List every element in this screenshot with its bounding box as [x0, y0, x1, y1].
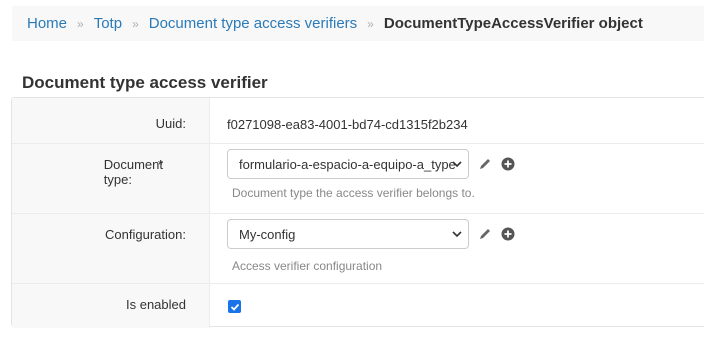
configuration-help: Access verifier configuration [232, 259, 383, 273]
configuration-select[interactable]: My-config [227, 219, 469, 249]
is-enabled-checkbox[interactable] [228, 300, 241, 313]
plus-circle-icon[interactable] [501, 157, 515, 171]
uuid-value: f0271098-ea83-4001-bd74-cd1315f2b234 [227, 117, 468, 132]
breadcrumb-current: DocumentTypeAccessVerifier object [383, 15, 643, 32]
chevron-down-icon [452, 161, 462, 168]
section-title: Document type access verifier [22, 73, 268, 92]
required-marker: * [157, 157, 163, 172]
uuid-label-cell: Uuid: [12, 98, 210, 143]
chevron-down-icon [452, 231, 462, 238]
document-type-label-text: Document type: [103, 157, 163, 187]
configuration-label: Configuration: [105, 227, 186, 242]
breadcrumb-separator: » [367, 16, 374, 31]
breadcrumb-home-link[interactable]: Home [27, 15, 67, 32]
plus-circle-icon[interactable] [501, 227, 515, 241]
configuration-label-cell: Configuration: [12, 214, 210, 283]
pencil-icon[interactable] [478, 157, 492, 171]
breadcrumb-separator: » [132, 16, 139, 31]
breadcrumb-verifiers-link[interactable]: Document type access verifiers [149, 15, 357, 32]
document-type-label-cell: Document type: * [12, 144, 210, 213]
form-module: Uuid: f0271098-ea83-4001-bd74-cd1315f2b2… [11, 97, 704, 328]
configuration-row: Configuration: My-config Access verifier… [12, 214, 704, 284]
is-enabled-row: Is enabled [12, 284, 704, 328]
breadcrumb-separator: » [77, 16, 84, 31]
is-enabled-label-cell: Is enabled [12, 284, 210, 328]
breadcrumb-totp-link[interactable]: Totp [94, 15, 122, 32]
uuid-row: Uuid: f0271098-ea83-4001-bd74-cd1315f2b2… [12, 98, 704, 144]
document-type-selected-value: formulario-a-espacio-a-equipo-a_type [239, 156, 455, 172]
is-enabled-label: Is enabled [126, 297, 186, 312]
document-type-select[interactable]: formulario-a-espacio-a-equipo-a_type [227, 149, 469, 179]
document-type-help: Document type the access verifier belong… [232, 186, 475, 200]
breadcrumb: Home » Totp » Document type access verif… [12, 6, 704, 41]
configuration-selected-value: My-config [239, 226, 296, 242]
uuid-label: Uuid: [155, 116, 186, 131]
checkmark-icon [230, 303, 239, 311]
document-type-row: Document type: * formulario-a-espacio-a-e… [12, 144, 704, 214]
pencil-icon[interactable] [478, 227, 492, 241]
